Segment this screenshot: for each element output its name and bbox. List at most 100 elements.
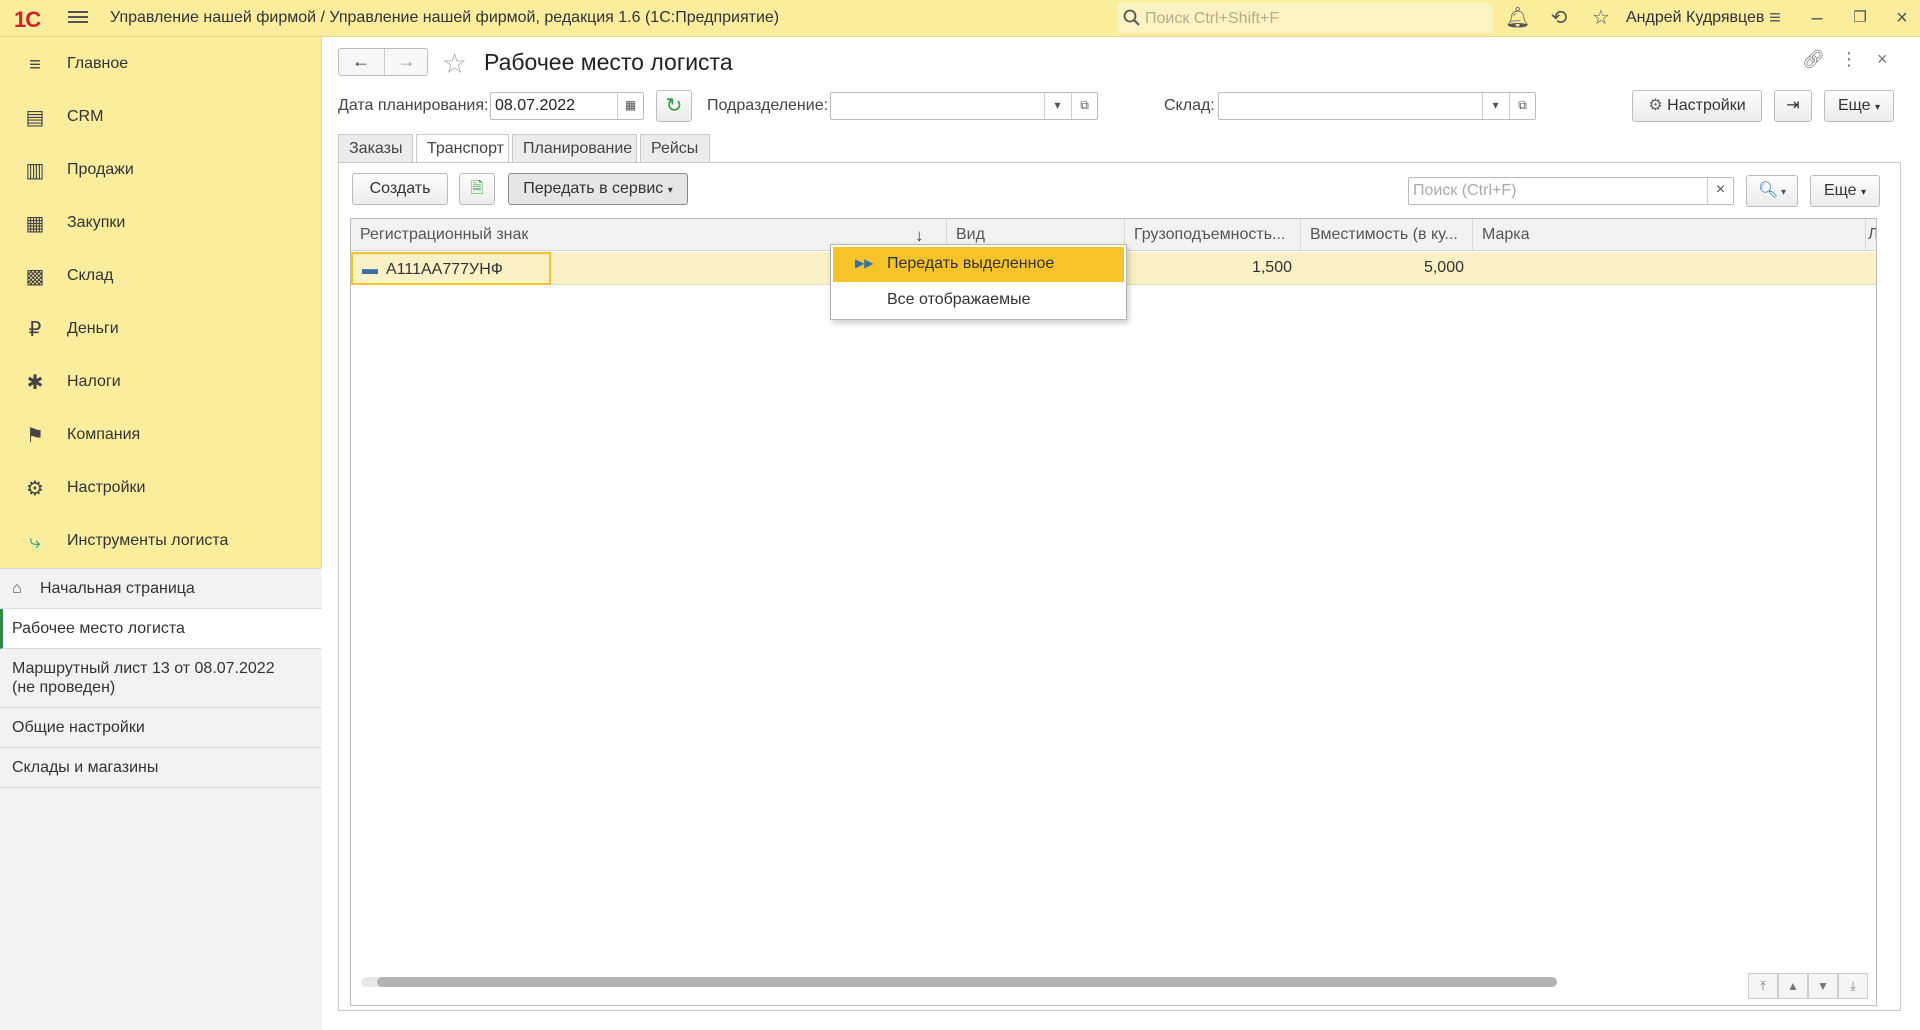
clear-icon[interactable]: × — [1707, 178, 1733, 204]
menu-item-send-selected[interactable]: ▶▶ Передать выделенное — [833, 247, 1124, 282]
table-more-button[interactable]: Еще ▾ — [1810, 175, 1880, 207]
search-button[interactable]: 🔍︎ ▾ — [1746, 175, 1798, 207]
sidebar-item-warehouse[interactable]: ▩ Склад — [0, 251, 322, 301]
settings-button[interactable]: ⚙ Настройки — [1632, 90, 1762, 122]
sidebar-item-crm[interactable]: ▤ CRM — [0, 92, 322, 142]
global-search-input[interactable]: Поиск Ctrl+Shift+F — [1117, 3, 1493, 33]
chevron-down-icon: ▾ — [667, 185, 673, 196]
open-window-route-sheet[interactable]: Маршрутный лист 13 от 08.07.2022 (не про… — [0, 649, 322, 708]
nav-buttons: ← → — [338, 48, 428, 76]
sidebar-item-purchases[interactable]: ▦ Закупки — [0, 198, 322, 248]
sidebar-item-logistics-tools[interactable]: ⤷ Инструменты логиста — [0, 516, 322, 566]
sidebar-item-taxes[interactable]: ✱ Налоги — [0, 357, 322, 407]
minimize-icon[interactable]: – — [1805, 7, 1829, 31]
sidebar-item-label: Налоги — [67, 373, 121, 390]
column-header-brand[interactable]: Марка — [1473, 219, 1866, 251]
sidebar-item-label: Склад — [67, 267, 114, 284]
division-field[interactable]: ▾ ⧉ — [830, 92, 1098, 120]
restore-icon[interactable]: ❐ — [1848, 7, 1872, 31]
more-button[interactable]: Еще ▾ — [1824, 90, 1894, 122]
chevron-down-icon[interactable]: ▾ — [1044, 93, 1070, 119]
warehouse-field[interactable]: ▾ ⧉ — [1218, 92, 1536, 120]
open-window-general-settings[interactable]: Общие настройки — [0, 708, 322, 748]
search-icon — [1123, 9, 1140, 26]
column-header-capacity[interactable]: Грузоподъемность... — [1125, 219, 1301, 251]
open-icon[interactable]: ⧉ — [1509, 93, 1535, 119]
tab-transport[interactable]: Транспорт — [416, 134, 509, 163]
page-title: Рабочее место логиста — [484, 49, 733, 75]
add-copy-button[interactable]: 🗎 — [459, 173, 495, 205]
open-window-logist-workplace[interactable]: Рабочее место логиста — [0, 609, 322, 649]
history-icon[interactable]: ⟲ — [1547, 7, 1571, 31]
user-name[interactable]: Андрей Кудрявцев — [1626, 9, 1764, 27]
open-window-warehouses[interactable]: Склады и магазины — [0, 748, 322, 788]
column-header-label: Вместимость (в ку... — [1310, 226, 1458, 243]
scroll-down-icon[interactable]: ▼ — [1808, 973, 1838, 999]
send-to-service-button[interactable]: Передать в сервис ▾ — [508, 173, 688, 205]
sidebar-item-settings[interactable]: ⚙ Настройки — [0, 463, 322, 513]
open-window-home[interactable]: ⌂ Начальная страница — [0, 569, 322, 609]
open-window-label: Начальная страница — [40, 580, 195, 597]
favorite-star-icon[interactable]: ☆ — [442, 47, 467, 80]
cell-volume[interactable]: 5,000 — [1301, 252, 1473, 285]
main-menu-icon[interactable] — [68, 8, 88, 28]
column-header-label: Марка — [1482, 226, 1530, 243]
tab-planning[interactable]: Планирование — [512, 134, 637, 163]
cell-capacity[interactable]: 1,500 — [1125, 252, 1301, 285]
open-window-label: Рабочее место логиста — [12, 620, 185, 637]
sign-in-icon: ⇥ — [1786, 97, 1800, 114]
basket-icon: ▥ — [25, 160, 45, 182]
crm-icon: ▤ — [25, 107, 45, 129]
more-vertical-icon[interactable]: ⋮ — [1840, 49, 1858, 70]
refresh-button[interactable]: ↻ — [656, 90, 692, 122]
chevron-down-icon[interactable]: ▾ — [1482, 93, 1508, 119]
calendar-icon[interactable]: ▦ — [617, 93, 643, 119]
vehicle-icon: ▬ — [362, 261, 378, 278]
sidebar-item-money[interactable]: ₽ Деньги — [0, 304, 322, 354]
document-add-icon: 🗎 — [470, 180, 484, 197]
close-form-icon[interactable]: × — [1877, 49, 1888, 70]
cell-text: 5,000 — [1423, 259, 1464, 276]
scroll-up-icon[interactable]: ▲ — [1778, 973, 1808, 999]
sidebar-item-main[interactable]: ≡ Главное — [0, 39, 322, 89]
sidebar-item-company[interactable]: ⚑ Компания — [0, 410, 322, 460]
back-arrow-icon[interactable]: ← — [339, 49, 383, 75]
sidebar-item-sales[interactable]: ▥ Продажи — [0, 145, 322, 195]
link-icon[interactable]: 🔗︎ — [1802, 49, 1825, 70]
filter-menu-icon[interactable]: ≡ — [1763, 7, 1787, 31]
title-bar: 1С Управление нашей фирмой / Управление … — [0, 0, 1920, 37]
menu-item-all-displayed[interactable]: Все отображаемые — [833, 283, 1124, 318]
tab-trips[interactable]: Рейсы — [640, 134, 710, 163]
tab-orders[interactable]: Заказы — [338, 134, 413, 163]
column-header-volume[interactable]: Вместимость (в ку... — [1301, 219, 1473, 251]
purchase-icon: ▦ — [25, 213, 45, 235]
enter-button[interactable]: ⇥ — [1774, 90, 1812, 122]
open-window-label-status: (не проведен) — [12, 679, 116, 696]
open-icon[interactable]: ⧉ — [1071, 93, 1097, 119]
tab-label: Заказы — [349, 140, 403, 157]
gear-icon: ⚙ — [1648, 97, 1663, 114]
cell-brand[interactable] — [1473, 252, 1866, 285]
scrollbar-thumb[interactable] — [377, 977, 1557, 987]
app-logo: 1С — [14, 7, 41, 32]
close-window-icon[interactable]: × — [1890, 7, 1914, 31]
send-arrow-icon: ▶▶ — [855, 256, 874, 270]
send-button-label: Передать в сервис — [523, 180, 664, 197]
home-icon: ⌂ — [12, 580, 22, 597]
favorites-star-icon[interactable]: ☆ — [1589, 7, 1613, 31]
scroll-first-icon[interactable]: ⤒ — [1748, 973, 1778, 999]
transport-table: Регистрационный знак ↓ Вид Грузоподъемно… — [350, 218, 1877, 1006]
column-header-more[interactable]: Л — [1866, 219, 1876, 251]
bell-icon[interactable]: 🔔︎ — [1505, 7, 1530, 31]
more-button-label: Еще — [1837, 97, 1871, 114]
open-window-label: Маршрутный лист 13 от 08.07.2022 — [12, 660, 275, 677]
sidebar-item-label: Закупки — [67, 214, 126, 231]
forward-arrow-icon[interactable]: → — [384, 49, 428, 75]
cell-text: А111АА777УНФ — [386, 261, 503, 278]
create-button[interactable]: Создать — [352, 173, 448, 205]
date-field[interactable]: 08.07.2022 ▦ — [490, 92, 644, 120]
scroll-last-icon[interactable]: ⤓ — [1838, 973, 1868, 999]
table-search-input[interactable]: Поиск (Ctrl+F) × — [1408, 177, 1734, 205]
cell-reg-number[interactable]: ▬ А111АА777УНФ — [351, 252, 551, 285]
horizontal-scrollbar[interactable] — [361, 977, 1557, 987]
